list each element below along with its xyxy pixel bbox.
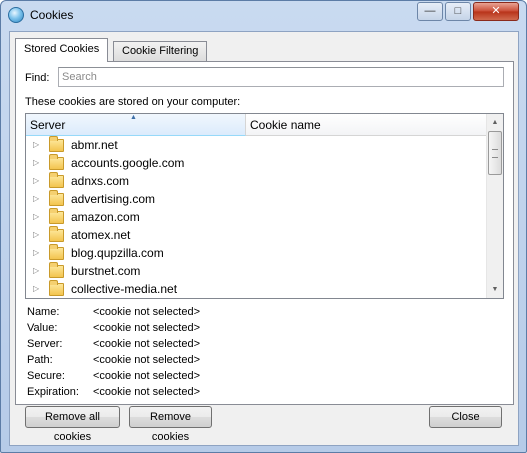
folder-icon [49, 172, 64, 188]
search-input[interactable] [58, 67, 504, 87]
detail-expiration-row: Expiration: <cookie not selected> [10, 386, 410, 402]
title-bar[interactable]: Cookies — □ ✕ [1, 1, 526, 29]
expand-arrow-icon[interactable]: ▷ [33, 190, 39, 208]
vertical-scrollbar[interactable]: ▲ ▼ [486, 114, 503, 298]
scrollbar-thumb[interactable] [488, 131, 502, 175]
server-name: collective-media.net [71, 282, 178, 296]
tab-cookie-filtering[interactable]: Cookie Filtering [113, 41, 208, 61]
expand-arrow-icon[interactable]: ▷ [33, 244, 39, 262]
remove-all-cookies-button[interactable]: Remove all cookies [25, 406, 120, 443]
detail-label: Name: [27, 306, 60, 318]
tree-row[interactable]: ▷ burstnet.com [26, 262, 488, 280]
server-name: accounts.google.com [71, 156, 185, 170]
detail-value: <cookie not selected> [93, 354, 201, 366]
expand-arrow-icon[interactable]: ▷ [33, 136, 39, 154]
cookies-description: These cookies are stored on your compute… [25, 96, 241, 108]
folder-icon [49, 262, 64, 278]
tree-row[interactable]: ▷ advertising.com [26, 190, 488, 208]
folder-icon [49, 190, 64, 206]
detail-label: Expiration: [27, 386, 79, 398]
scroll-up-icon[interactable]: ▲ [487, 114, 503, 131]
expand-arrow-icon[interactable]: ▷ [33, 208, 39, 226]
column-header-cookie-name[interactable]: Cookie name [246, 114, 488, 136]
server-name: atomex.net [71, 228, 131, 242]
tree-rows: ▷ abmr.net ▷ accounts.google.com ▷ adnxs.co… [26, 136, 488, 298]
detail-label: Path: [27, 354, 53, 366]
server-name: burstnet.com [71, 264, 141, 278]
expand-arrow-icon[interactable]: ▷ [33, 262, 39, 280]
tree-row[interactable]: ▷ amazon.com [26, 208, 488, 226]
cookies-window: Cookies — □ ✕ Stored Cookies Cookie Filt… [0, 0, 527, 453]
folder-icon [49, 244, 64, 260]
close-window-button[interactable]: ✕ [473, 2, 519, 21]
minimize-button[interactable]: — [417, 2, 443, 21]
server-name: advertising.com [71, 192, 156, 206]
folder-icon [49, 208, 64, 224]
detail-label: Value: [27, 322, 58, 334]
expand-arrow-icon[interactable]: ▷ [33, 172, 39, 190]
detail-label: Secure: [27, 370, 65, 382]
detail-value: <cookie not selected> [93, 370, 201, 382]
detail-path-row: Path: <cookie not selected> [10, 354, 410, 370]
column-header-cookie-name-label: Cookie name [250, 118, 321, 132]
find-label: Find: [25, 72, 50, 84]
remove-cookies-button[interactable]: Remove cookies [129, 406, 212, 443]
tree-row[interactable]: ▷ abmr.net [26, 136, 488, 154]
detail-name-row: Name: <cookie not selected> [10, 306, 410, 322]
folder-icon [49, 280, 64, 296]
detail-value-row: Value: <cookie not selected> [10, 322, 410, 338]
tree-row[interactable]: ▷ blog.qupzilla.com [26, 244, 488, 262]
server-name: amazon.com [71, 210, 140, 224]
detail-label: Server: [27, 338, 63, 350]
expand-arrow-icon[interactable]: ▷ [33, 280, 39, 298]
server-name: blog.qupzilla.com [71, 246, 164, 260]
detail-secure-row: Secure: <cookie not selected> [10, 370, 410, 386]
cookie-tree[interactable]: ▲ Server Cookie name ▷ abmr.net ▷ accounts… [25, 113, 504, 299]
maximize-button[interactable]: □ [445, 2, 471, 21]
detail-value: <cookie not selected> [93, 338, 201, 350]
tree-row[interactable]: ▷ accounts.google.com [26, 154, 488, 172]
tab-stored-cookies[interactable]: Stored Cookies [15, 38, 109, 62]
app-globe-icon [8, 7, 24, 23]
folder-icon [49, 136, 64, 152]
sort-ascending-icon: ▲ [130, 114, 137, 121]
column-header-server-label: Server [30, 118, 66, 132]
scroll-down-icon[interactable]: ▼ [487, 281, 503, 298]
folder-icon [49, 154, 64, 170]
tree-row[interactable]: ▷ atomex.net [26, 226, 488, 244]
server-name: abmr.net [71, 138, 118, 152]
column-header-server[interactable]: ▲ Server [26, 114, 246, 136]
expand-arrow-icon[interactable]: ▷ [33, 226, 39, 244]
detail-value: <cookie not selected> [93, 322, 201, 334]
window-title: Cookies [30, 8, 74, 22]
detail-value: <cookie not selected> [93, 386, 201, 398]
detail-server-row: Server: <cookie not selected> [10, 338, 410, 354]
tree-row[interactable]: ▷ adnxs.com [26, 172, 488, 190]
dialog-client-area: Stored Cookies Cookie Filtering Find: Th… [9, 31, 519, 446]
server-name: adnxs.com [71, 174, 130, 188]
folder-icon [49, 226, 64, 242]
tree-row[interactable]: ▷ collective-media.net [26, 280, 488, 298]
detail-value: <cookie not selected> [93, 306, 201, 318]
close-button[interactable]: Close [429, 406, 502, 428]
expand-arrow-icon[interactable]: ▷ [33, 154, 39, 172]
